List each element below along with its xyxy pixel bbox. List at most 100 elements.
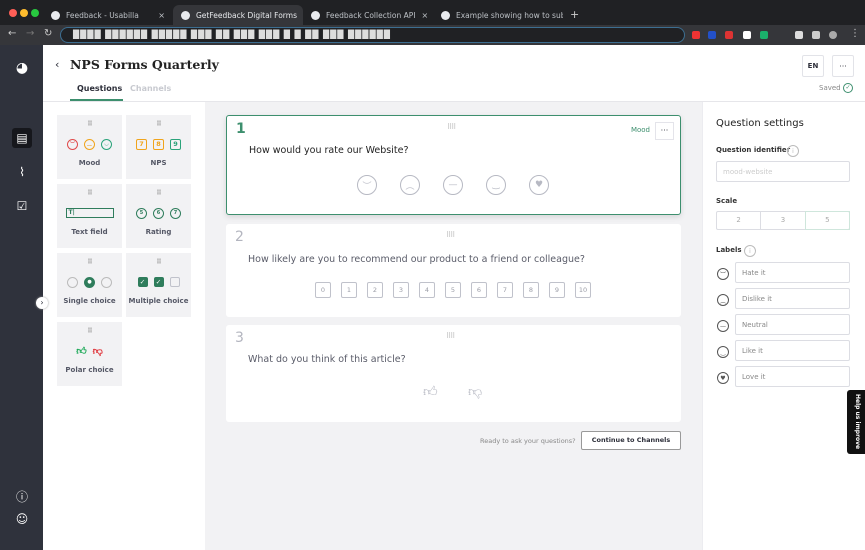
question-type-label: Mood	[630, 126, 650, 134]
nps-option-8[interactable]: 8	[523, 282, 539, 298]
back-button[interactable]: ‹	[55, 58, 59, 71]
close-tab-icon[interactable]: ×	[421, 11, 428, 20]
nps-option-7[interactable]: 7	[497, 282, 513, 298]
close-window-button[interactable]	[9, 9, 17, 17]
analytics-icon[interactable]: ⌇	[12, 162, 32, 182]
tab-title: GetFeedback Digital Forms	[196, 10, 297, 20]
nps-option-10[interactable]: 10	[575, 282, 591, 298]
user-icon[interactable]: ☺	[12, 509, 32, 529]
ready-prompt: Ready to ask your questions?	[480, 437, 576, 445]
nps-option-1[interactable]: 1	[341, 282, 357, 298]
browser-tab[interactable]: Feedback Collection API ×	[303, 5, 433, 25]
extension-icon[interactable]	[692, 31, 700, 39]
palette-item-multiple-choice[interactable]: ⠿ ✓ ✓ Multiple choice	[126, 253, 191, 317]
extension-icon[interactable]	[708, 31, 716, 39]
extension-icon[interactable]	[725, 31, 733, 39]
dislike-face-icon[interactable]: ︵	[400, 175, 420, 195]
scale-selector: 2 3 5	[716, 211, 850, 230]
browser-menu-icon[interactable]: ⋮	[850, 28, 860, 39]
rating-circle: 5	[136, 207, 147, 219]
nps-option-6[interactable]: 6	[471, 282, 487, 298]
extension-icon[interactable]	[795, 31, 803, 39]
question-card-2[interactable]: 2 ⠿⠿ How likely are you to recommend our…	[226, 224, 681, 317]
question-card-3[interactable]: 3 ⠿⠿ What do you think of this article? …	[226, 325, 681, 422]
thumbs-up-icon: 👍︎	[76, 346, 87, 357]
drag-handle-icon[interactable]: ⠿⠿	[446, 332, 455, 340]
save-status: Saved	[819, 84, 841, 92]
extension-icon[interactable]	[743, 31, 751, 39]
language-button[interactable]: EN	[802, 55, 824, 77]
palette-label: Text field	[71, 228, 108, 236]
question-text[interactable]: How likely are you to recommend our prod…	[248, 254, 585, 265]
palette-label: Mood	[78, 159, 101, 167]
more-options-button[interactable]: ···	[832, 55, 854, 77]
favicon-icon	[311, 10, 320, 20]
drag-handle-icon[interactable]: ⠿⠿	[446, 231, 455, 239]
tasks-icon[interactable]: ☑	[12, 196, 32, 216]
nps-option-4[interactable]: 4	[419, 282, 435, 298]
like-face-icon[interactable]: ‿	[486, 175, 506, 195]
new-tab-button[interactable]: +	[570, 8, 579, 21]
palette-item-rating[interactable]: ⠿ 5 6 7 Rating	[126, 184, 191, 248]
puzzle-icon[interactable]	[812, 31, 820, 39]
info-icon[interactable]: i	[787, 145, 799, 157]
info-icon[interactable]: i	[744, 245, 756, 257]
nps-option-5[interactable]: 5	[445, 282, 461, 298]
forward-icon[interactable]: →	[26, 28, 34, 39]
nps-option-0[interactable]: 0	[315, 282, 331, 298]
label-input-neutral[interactable]: Neutral	[735, 314, 850, 335]
expand-sidebar-button[interactable]: ›	[36, 297, 48, 309]
browser-tab-active[interactable]: GetFeedback Digital Forms×	[173, 5, 303, 25]
label-input-like[interactable]: Like it	[735, 340, 850, 361]
maximize-window-button[interactable]	[31, 9, 39, 17]
label-input-dislike[interactable]: Dislike it	[735, 288, 850, 309]
minimize-window-button[interactable]	[20, 9, 28, 17]
thumbs-down-icon: 👎︎	[92, 346, 103, 357]
scale-label: Scale	[716, 197, 738, 205]
profile-avatar[interactable]	[829, 31, 837, 39]
palette-item-single-choice[interactable]: ⠿ ● Single choice	[57, 253, 122, 317]
browser-tab[interactable]: Feedback - Usabilla ×	[43, 5, 173, 25]
thumbs-up-icon[interactable]: 👍︎	[423, 383, 438, 400]
label-input-love[interactable]: Love it	[735, 366, 850, 387]
labels-label: Labels	[716, 246, 742, 254]
scale-option-5[interactable]: 5	[804, 211, 850, 230]
reload-icon[interactable]: ↻	[44, 28, 52, 39]
question-more-button[interactable]: ···	[655, 122, 674, 140]
forms-icon[interactable]: ▤	[12, 128, 32, 148]
continue-to-channels-button[interactable]: Continue to Channels	[581, 431, 681, 450]
close-tab-icon[interactable]: ×	[158, 11, 165, 20]
neutral-face-icon[interactable]: —	[443, 175, 463, 195]
palette-item-polar-choice[interactable]: ⠿ 👍︎ 👎︎ Polar choice	[57, 322, 122, 386]
nps-option-3[interactable]: 3	[393, 282, 409, 298]
palette-item-nps[interactable]: ⠿ 7 8 9 NPS	[126, 115, 191, 179]
drag-handle-icon[interactable]: ⠿⠿	[447, 123, 456, 131]
logo-icon[interactable]: ◕	[12, 58, 32, 78]
question-text[interactable]: How would you rate our Website?	[249, 145, 409, 156]
back-icon[interactable]: ←	[8, 28, 16, 39]
question-identifier-input[interactable]: mood-website	[716, 161, 850, 182]
url-input[interactable]: ████ ██████ █████ ███ ██ ███ ███ █ █ ██ …	[60, 27, 685, 43]
tab-questions[interactable]: Questions	[77, 84, 122, 93]
question-type-palette: ⠿ ︶ ‿ ◡ Mood ⠿ 7 8 9 NPS ⠿ T| Text field ⠿ 5 6 7 Ratin…	[43, 102, 205, 550]
question-number: 2	[235, 229, 244, 245]
help-icon[interactable]: ⓘ	[12, 486, 32, 506]
extension-icon[interactable]	[760, 31, 768, 39]
love-face-icon[interactable]: ♥	[529, 175, 549, 195]
question-text[interactable]: What do you think of this article?	[248, 354, 406, 365]
thumbs-down-icon[interactable]: 👎︎	[468, 383, 482, 400]
help-us-improve-tab[interactable]: Help us improve	[847, 390, 865, 454]
nps-option-2[interactable]: 2	[367, 282, 383, 298]
scale-option-2[interactable]: 2	[717, 212, 762, 229]
palette-item-mood[interactable]: ⠿ ︶ ‿ ◡ Mood	[57, 115, 122, 179]
palette-label: Single choice	[63, 297, 116, 305]
scale-option-3[interactable]: 3	[761, 212, 806, 229]
tab-channels[interactable]: Channels	[130, 84, 171, 93]
hate-face-icon[interactable]: ︶	[357, 175, 377, 195]
address-bar-row: ← → ↻ ████ ██████ █████ ███ ██ ███ ███ █…	[0, 25, 865, 45]
browser-tab[interactable]: Example showing how to subm×	[433, 5, 563, 25]
palette-item-text-field[interactable]: ⠿ T| Text field	[57, 184, 122, 248]
nps-option-9[interactable]: 9	[549, 282, 565, 298]
label-input-hate[interactable]: Hate it	[735, 262, 850, 283]
question-card-1[interactable]: 1 ⠿⠿ Mood ··· How would you rate our Web…	[226, 115, 681, 215]
